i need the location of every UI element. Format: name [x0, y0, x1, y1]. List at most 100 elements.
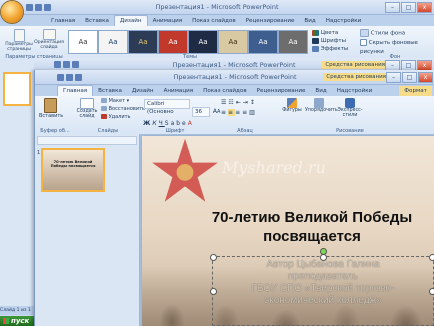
theme-5[interactable]: Aa: [188, 30, 218, 54]
resize-handle-left[interactable]: [210, 288, 217, 295]
paste-button[interactable]: Вставить: [39, 98, 64, 119]
tab-insert[interactable]: Вставка: [93, 86, 127, 96]
arrange-icon: [314, 98, 324, 108]
back-tab-view[interactable]: Вид: [299, 16, 320, 26]
resize-handle-top-right[interactable]: [429, 254, 434, 261]
reset-label: Восстановить: [108, 106, 145, 112]
subtitle-line-3: ГБОУ СПО «Тверской торгово-: [251, 283, 395, 294]
colors-button[interactable]: Цвета: [312, 29, 348, 37]
theme-options: Цвета Шрифты Эффекты: [312, 29, 348, 53]
reset-button[interactable]: Восстановить: [101, 105, 145, 113]
back-window-title: Презентация1 - Microsoft PowerPoint: [155, 3, 279, 11]
theme-6[interactable]: Aa: [218, 30, 248, 54]
shrink-font-icon[interactable]: A: [217, 109, 220, 115]
font-controls: Calibri (Основно 36 A A ЖКЧSabeA: [143, 98, 220, 127]
indent-decrease-icon[interactable]: ⇤: [236, 99, 243, 106]
page-setup-button[interactable]: Параметры страницы: [4, 29, 34, 52]
arrange-button[interactable]: Упорядочить: [305, 98, 338, 113]
back-tab-animation[interactable]: Анимация: [148, 16, 188, 26]
tab-slideshow[interactable]: Показ слайдов: [198, 86, 252, 96]
tab-design[interactable]: Дизайн: [127, 86, 159, 96]
align-center-icon[interactable]: ≡: [228, 109, 236, 116]
orientation-icon: [42, 29, 56, 40]
font-size-select[interactable]: 36: [192, 107, 210, 117]
checkbox-icon: [360, 38, 367, 46]
bg-styles-button[interactable]: Стили фона: [360, 29, 434, 39]
align-row: ≡≡≡≡▥: [221, 109, 257, 116]
effects-label: Эффекты: [320, 46, 349, 52]
back-thumb[interactable]: [3, 72, 31, 106]
office-logo-icon: [1, 1, 23, 23]
page-setup-label: Параметры страницы: [5, 42, 33, 52]
indent-increase-icon[interactable]: ⇥: [243, 99, 250, 106]
resize-handle-right[interactable]: [429, 288, 434, 295]
theme-8[interactable]: Aa: [278, 30, 308, 54]
new-slide-label: Создать слайд: [76, 109, 98, 119]
shadow-icon[interactable]: abe: [171, 120, 188, 127]
back-title-bar: Презентация1 - Microsoft PowerPoint – □ x: [0, 0, 434, 15]
front-context-tab: Средства рисования: [323, 73, 389, 81]
layout-label: Макет: [108, 98, 125, 104]
orientation-label: Ориентация слайда: [34, 40, 64, 50]
windows-flag-icon: [3, 318, 9, 324]
theme-4[interactable]: Aa: [158, 30, 188, 54]
theme-7[interactable]: Aa: [248, 30, 278, 54]
back-tab-addins[interactable]: Надстройки: [321, 16, 366, 26]
maximize-icon[interactable]: □: [402, 72, 417, 83]
align-left-icon[interactable]: ≡: [221, 109, 228, 116]
rotate-handle[interactable]: [320, 248, 327, 255]
font-name-select[interactable]: Calibri (Основно: [144, 99, 190, 115]
close-icon[interactable]: x: [417, 2, 432, 13]
line-spacing-icon[interactable]: ↕: [250, 99, 257, 106]
front-window-controls: – □ x: [386, 72, 433, 83]
theme-3[interactable]: Aa: [128, 30, 158, 54]
shapes-button[interactable]: Фигуры: [281, 98, 303, 113]
bold-icon[interactable]: Ж: [143, 120, 152, 127]
thumb-title: 70-летию Великой Победы посвящается: [50, 160, 96, 168]
start-button[interactable]: пуск: [0, 316, 34, 326]
delete-button[interactable]: Удалить: [101, 113, 145, 121]
numbering-icon[interactable]: ☷: [228, 99, 235, 106]
tab-format[interactable]: Формат: [399, 86, 432, 96]
minimize-icon[interactable]: –: [385, 2, 400, 13]
tab-home[interactable]: Главная: [57, 85, 94, 96]
colors-label: Цвета: [320, 30, 339, 36]
new-slide-icon: [80, 98, 94, 109]
paste-label: Вставить: [39, 113, 64, 119]
close-icon[interactable]: x: [418, 72, 433, 83]
columns-icon[interactable]: ▥: [249, 109, 257, 116]
resize-handle-top[interactable]: [320, 254, 327, 261]
new-slide-button[interactable]: Создать слайд: [75, 98, 99, 119]
background-options: Стили фона Скрыть фоновые рисунки: [360, 29, 434, 57]
quick-styles-button[interactable]: Экспресс-стили: [335, 98, 365, 118]
slide-title[interactable]: 70-летию Великой Победы посвящается: [182, 208, 434, 246]
theme-2[interactable]: Aa: [98, 30, 128, 54]
maximize-icon[interactable]: □: [401, 2, 416, 13]
resize-handle-top-left[interactable]: [210, 254, 217, 261]
minimize-icon[interactable]: –: [386, 72, 401, 83]
tab-animation[interactable]: Анимация: [159, 86, 199, 96]
theme-1[interactable]: Aa: [68, 30, 98, 54]
shapes-label: Фигуры: [282, 108, 302, 113]
subtitle-placeholder[interactable]: Автор Цыбанова Галина преподаватель ГБОУ…: [210, 248, 434, 326]
front-ribbon: Вставить Создать слайд Макет ▾ Восстанов…: [35, 96, 434, 135]
quick-styles-label: Экспресс-стили: [337, 108, 363, 118]
back-tab-insert[interactable]: Вставка: [80, 16, 114, 26]
back-tab-design[interactable]: Дизайн: [113, 15, 148, 26]
layout-button[interactable]: Макет ▾: [101, 97, 145, 105]
font-color-icon[interactable]: A: [188, 120, 194, 127]
back-tab-slideshow[interactable]: Показ слайдов: [187, 16, 241, 26]
tab-review[interactable]: Рецензирование: [252, 86, 311, 96]
quick-styles-icon: [345, 98, 355, 108]
back-tab-review[interactable]: Рецензирование: [241, 16, 300, 26]
tab-addins[interactable]: Надстройки: [332, 86, 377, 96]
back-office-button[interactable]: [1, 1, 23, 23]
subtitle-text: Автор Цыбанова Галина преподаватель ГБОУ…: [213, 259, 433, 307]
slide-canvas[interactable]: Myshared.ru 70-летию Великой Победы посв…: [142, 136, 434, 326]
back-tab-home[interactable]: Главная: [46, 16, 80, 26]
slide-thumbnail[interactable]: 70-летию Великой Победы посвящается: [41, 148, 105, 192]
tab-view[interactable]: Вид: [310, 86, 331, 96]
fonts-button[interactable]: Шрифты: [312, 37, 348, 45]
effects-button[interactable]: Эффекты: [312, 45, 348, 53]
orientation-button[interactable]: Ориентация слайда: [34, 29, 64, 50]
